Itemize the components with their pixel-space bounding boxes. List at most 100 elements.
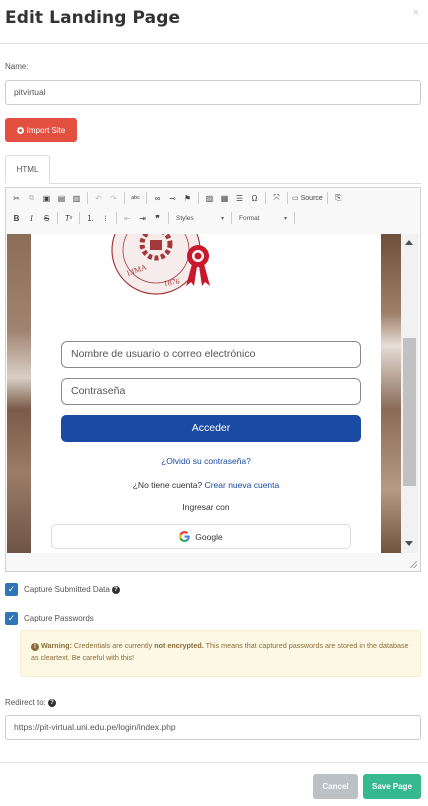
editor-content-area[interactable]: LIMA 1876 Nombre de usuario o correo ele… [7, 234, 403, 553]
link-icon[interactable]: ∞ [151, 191, 164, 205]
warning-text-1: Credentials are currently [73, 641, 153, 650]
bulleted-list-icon[interactable]: ⁝ [99, 211, 112, 225]
google-button-label: Google [195, 531, 223, 542]
login-button[interactable]: Acceder [61, 415, 361, 442]
create-account-line: ¿No tiene cuenta? Crear nueva cuenta [31, 480, 381, 490]
styles-dropdown[interactable]: Styles ▾ [173, 211, 227, 225]
toolbar-separator [168, 212, 169, 224]
username-input[interactable]: Nombre de usuario o correo electrónico [61, 341, 361, 368]
capture-data-label: Capture Submitted Data? [24, 585, 120, 594]
redirect-input[interactable]: https://pit-virtual.uni.edu.pe/login/ind… [5, 715, 421, 740]
toolbar-separator [146, 192, 147, 204]
anchor-flag-icon[interactable]: ⚑ [181, 191, 194, 205]
exclamation-icon: ! [31, 643, 39, 651]
toolbar-separator [87, 192, 88, 204]
capture-passwords-label: Capture Passwords [24, 614, 94, 623]
capture-data-text: Capture Submitted Data [24, 585, 110, 594]
toolbar-separator [287, 192, 288, 204]
help-icon[interactable]: ? [111, 585, 120, 594]
google-icon [179, 531, 191, 542]
format-label: Format [239, 214, 260, 222]
background-photo-right [381, 234, 403, 553]
redirect-label-text: Redirect to: [5, 698, 46, 707]
bold-icon[interactable]: B [10, 211, 23, 225]
toolbar-separator [124, 192, 125, 204]
scroll-down-arrow-icon[interactable] [405, 541, 413, 546]
toolbar-separator [265, 192, 266, 204]
toolbar-separator [198, 192, 199, 204]
tab-divider [5, 183, 421, 184]
toolbar-separator [57, 212, 58, 224]
toolbar-separator [294, 212, 295, 224]
unlink-icon[interactable]: ⊸ [166, 191, 179, 205]
toolbar-separator [79, 212, 80, 224]
cut-icon[interactable]: ✂ [10, 191, 23, 205]
chevron-down-icon: ▾ [220, 215, 224, 222]
scroll-up-arrow-icon[interactable] [405, 240, 413, 245]
undo-icon[interactable]: ↶ [92, 191, 105, 205]
numbered-list-icon[interactable]: ⒈ [84, 211, 97, 225]
strikethrough-icon[interactable]: S [40, 211, 53, 225]
google-login-button[interactable]: Google [51, 524, 351, 549]
paste-word-icon[interactable]: ▥ [70, 191, 83, 205]
warning-emphasis: not encrypted. [154, 641, 204, 650]
horizontal-rule-icon[interactable]: ☰ [233, 191, 246, 205]
import-site-label: Import Site [26, 125, 66, 135]
tab-html[interactable]: HTML [5, 155, 50, 184]
name-input[interactable]: pitvirtual [5, 80, 421, 105]
footer-divider [0, 762, 428, 763]
indent-icon[interactable]: ⇥ [136, 211, 149, 225]
toolbar-row-2: B I S Tx ⒈ ⁝ ⇤ ⇥ ❞ Styles ▾ Format ▾ [10, 210, 297, 226]
paste-icon[interactable]: ▣ [40, 191, 53, 205]
toolbar-separator [116, 212, 117, 224]
table-icon[interactable]: ▦ [218, 191, 231, 205]
login-with-text: Ingresar con [182, 502, 230, 512]
import-site-button[interactable]: Import Site [5, 118, 77, 142]
source-label: Source [300, 194, 323, 202]
image-icon[interactable]: ▨ [203, 191, 216, 205]
copy-icon[interactable]: ⧉ [25, 191, 38, 205]
toolbar-separator [326, 192, 328, 204]
cancel-button[interactable]: Cancel [313, 774, 358, 799]
toolbar-separator [231, 212, 232, 224]
source-icon: ▭ [292, 195, 299, 202]
styles-label: Styles [176, 214, 194, 222]
toolbar-row-1: ✂ ⧉ ▣ ▤ ▥ ↶ ↷ ᵃᵇᶜ ∞ ⊸ ⚑ ▨ ▦ ☰ Ω ⤧ ▭ Sourc… [10, 190, 345, 206]
modal-header: Edit Landing Page × [0, 0, 428, 44]
background-photo-left [7, 234, 31, 553]
maximize-icon[interactable]: ⤧ [270, 191, 283, 205]
save-page-button[interactable]: Save Page [363, 774, 421, 799]
warning-title: Warning: [41, 641, 72, 650]
editor-scrollbar[interactable] [401, 234, 418, 553]
blockquote-icon[interactable]: ❞ [151, 211, 164, 225]
close-icon[interactable]: × [413, 7, 419, 19]
create-account-link[interactable]: Crear nueva cuenta [205, 480, 280, 490]
source-button[interactable]: ▭ Source [292, 191, 323, 205]
warning-alert: ! Warning: Credentials are currently not … [20, 630, 421, 677]
redirect-label: Redirect to:? [5, 698, 56, 707]
format-dropdown[interactable]: Format ▾ [236, 211, 290, 225]
help-icon[interactable]: ? [47, 698, 56, 707]
name-label: Name: [5, 62, 29, 71]
password-input[interactable]: Contraseña [61, 378, 361, 405]
special-char-icon[interactable]: Ω [248, 191, 261, 205]
capture-passwords-checkbox[interactable]: ✓ [5, 612, 18, 625]
html-editor: ✂ ⧉ ▣ ▤ ▥ ↶ ↷ ᵃᵇᶜ ∞ ⊸ ⚑ ▨ ▦ ☰ Ω ⤧ ▭ Sourc… [5, 187, 421, 572]
redo-icon[interactable]: ↷ [107, 191, 120, 205]
italic-icon[interactable]: I [25, 211, 38, 225]
preview-icon[interactable]: ⎘ [332, 191, 345, 205]
resize-handle-icon[interactable] [410, 561, 417, 568]
remove-format-icon[interactable]: Tx [62, 211, 75, 225]
scrollbar-thumb[interactable] [403, 338, 416, 486]
no-account-text: ¿No tiene cuenta? [132, 480, 203, 490]
capture-data-checkbox[interactable]: ✓ [5, 583, 18, 596]
university-seal-logo: LIMA 1876 [111, 234, 210, 295]
forgot-password-link[interactable]: ¿Olvidó su contraseña? [31, 456, 381, 466]
paste-text-icon[interactable]: ▤ [55, 191, 68, 205]
login-card: LIMA 1876 Nombre de usuario o correo ele… [31, 234, 381, 553]
outdent-icon[interactable]: ⇤ [121, 211, 134, 225]
chevron-down-icon: ▾ [283, 215, 287, 222]
modal-title: Edit Landing Page [5, 8, 181, 28]
spellcheck-icon[interactable]: ᵃᵇᶜ [129, 191, 142, 205]
globe-icon [16, 126, 24, 134]
